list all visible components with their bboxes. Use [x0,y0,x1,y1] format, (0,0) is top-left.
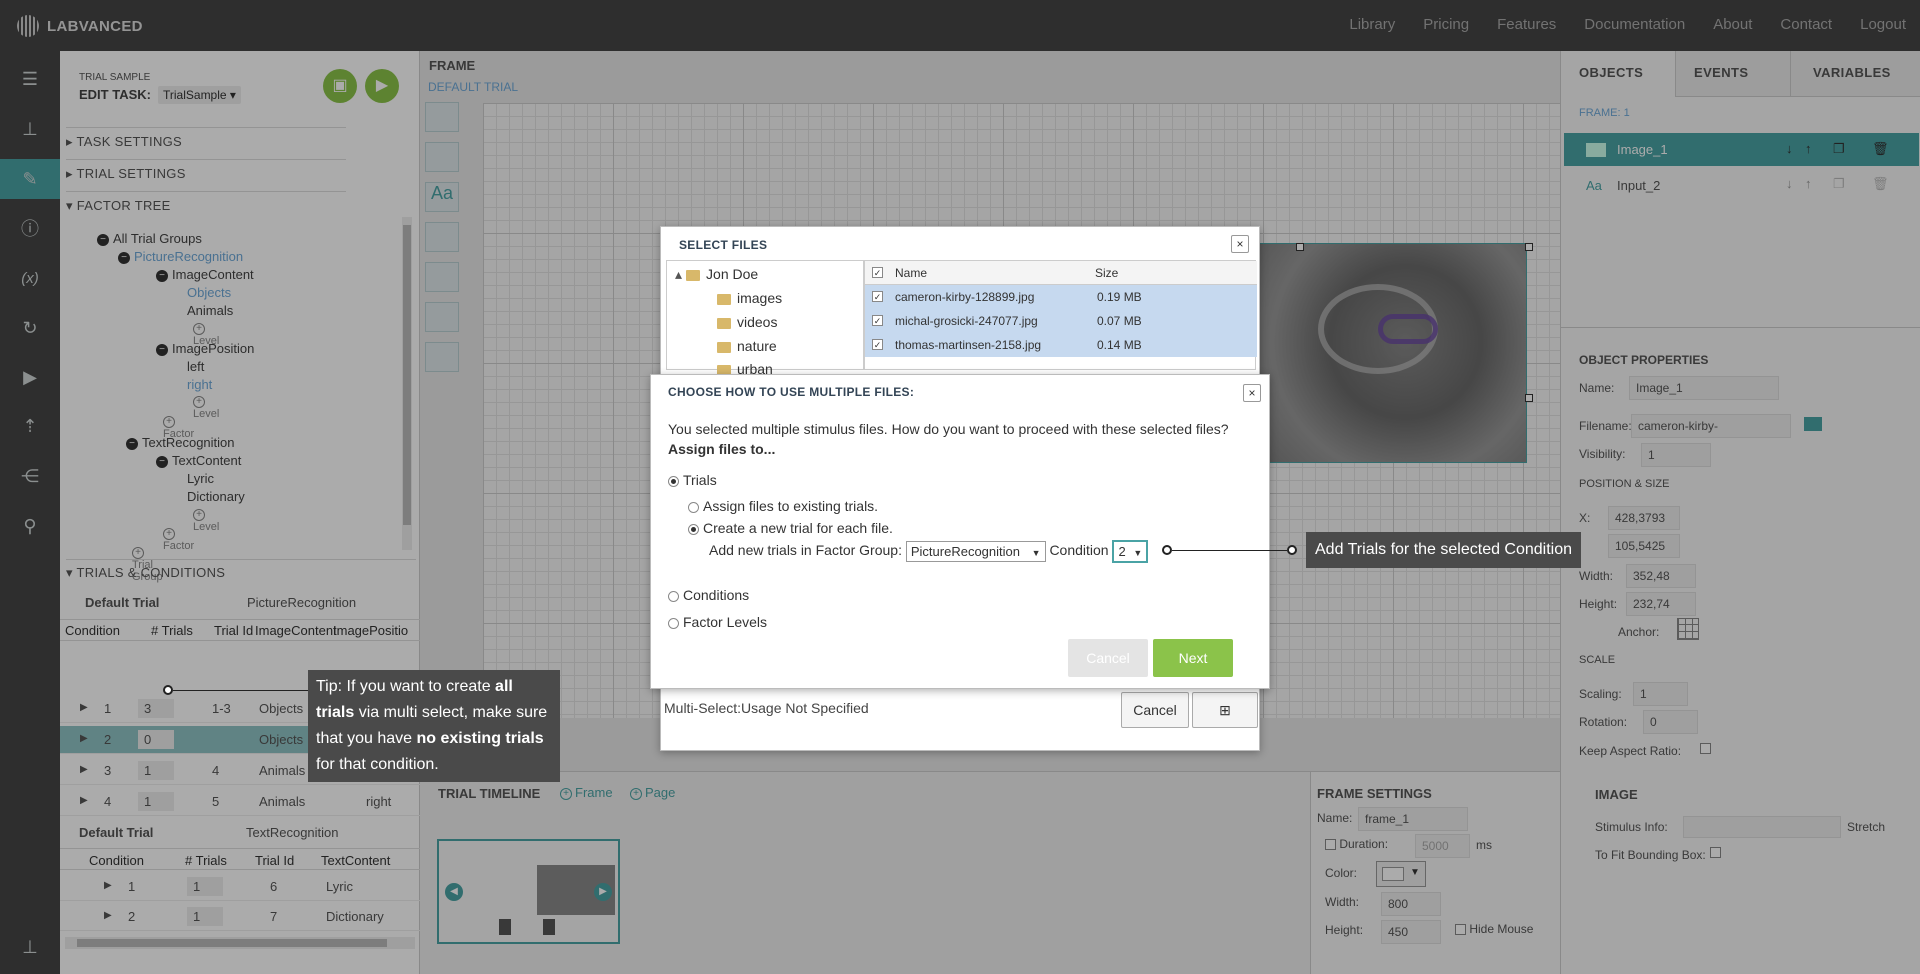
multi-dialog-title: CHOOSE HOW TO USE MULTIPLE FILES: [668,385,915,399]
chevron-down-icon: ▼ [1031,548,1041,558]
tip-tooltip: Tip: If you want to create all trials vi… [308,670,560,782]
folder-icon [717,317,731,329]
select-all-checkbox[interactable]: ✓ [872,267,883,278]
col-header: Name [895,266,928,280]
file-row[interactable]: ✓ cameron-kirby-128899.jpg 0.19 MB [865,285,1257,309]
condition-label: Condition [1049,542,1109,559]
create-new-radio[interactable] [688,523,699,535]
condition-select[interactable]: 2 ▼ [1112,540,1149,563]
folder-icon [686,269,701,281]
next-button[interactable]: Next [1153,639,1233,677]
factor-group-select[interactable]: PictureRecognition ▼ [905,541,1046,562]
create-new-option[interactable]: Create a new trial for each file. [688,520,893,536]
trials-radio[interactable] [668,475,679,487]
file-name: thomas-martinsen-2158.jpg [895,338,1042,352]
folder-nature[interactable]: nature [717,338,777,354]
multiple-files-dialog: CHOOSE HOW TO USE MULTIPLE FILES: × You … [650,374,1270,689]
file-list-header: ✓ Name Size [865,261,1257,285]
col-header: Size [1095,266,1119,280]
multi-dialog-text: You selected multiple stimulus files. Ho… [668,421,1229,437]
folder-root[interactable]: ▴ Jon Doe [675,266,758,283]
assign-label: Assign files to... [668,441,776,457]
file-row[interactable]: ✓ thomas-martinsen-2158.jpg 0.14 MB [865,333,1257,357]
close-icon[interactable]: × [1243,384,1261,402]
cancel-button[interactable]: Cancel [1068,639,1148,677]
annotation-dot [163,685,173,695]
folder-images[interactable]: images [717,290,782,306]
folder-icon [717,293,731,305]
close-icon[interactable]: × [1231,235,1249,253]
file-name: cameron-kirby-128899.jpg [895,290,1035,304]
file-size: 0.19 MB [1097,290,1142,304]
assign-existing-option[interactable]: Assign files to existing trials. [688,498,878,514]
factor-levels-radio[interactable] [668,617,679,629]
add-trials-tooltip: Add Trials for the selected Condition [1306,532,1582,568]
assign-existing-radio[interactable] [688,501,699,513]
file-checkbox[interactable]: ✓ [872,291,883,302]
folder-icon [717,341,731,353]
file-row[interactable]: ✓ michal-grosicki-247077.jpg 0.07 MB [865,309,1257,333]
annotation-dot [1287,545,1297,555]
folder-tree: ▴ Jon Doe images videos nature urban [666,260,864,377]
factor-levels-option[interactable]: Factor Levels [668,614,767,630]
folder-videos[interactable]: videos [717,314,777,330]
annotation-line [173,690,308,691]
file-size: 0.14 MB [1097,338,1142,352]
file-list: ✓ Name Size ✓ cameron-kirby-128899.jpg 0.1… [864,260,1257,370]
annotation-dot [1162,545,1172,555]
select-files-title: SELECT FILES [679,238,768,252]
file-size: 0.07 MB [1097,314,1142,328]
trials-option[interactable]: Trials [668,472,717,488]
conditions-option[interactable]: Conditions [668,587,749,603]
file-checkbox[interactable]: ✓ [872,339,883,350]
chevron-down-icon: ▼ [1133,548,1143,558]
add-new-trials-row: Add new trials in Factor Group: PictureR… [709,540,1149,563]
annotation-line [1172,550,1287,551]
add-new-label: Add new trials in Factor Group: [709,542,902,559]
file-checkbox[interactable]: ✓ [872,315,883,326]
file-name: michal-grosicki-247077.jpg [895,314,1038,328]
cancel-button[interactable]: Cancel [1121,692,1189,728]
multi-select-status: Multi-Select:Usage Not Specified [664,700,869,716]
conditions-radio[interactable] [668,590,679,602]
upload-table-icon[interactable]: ⊞ [1192,692,1258,728]
